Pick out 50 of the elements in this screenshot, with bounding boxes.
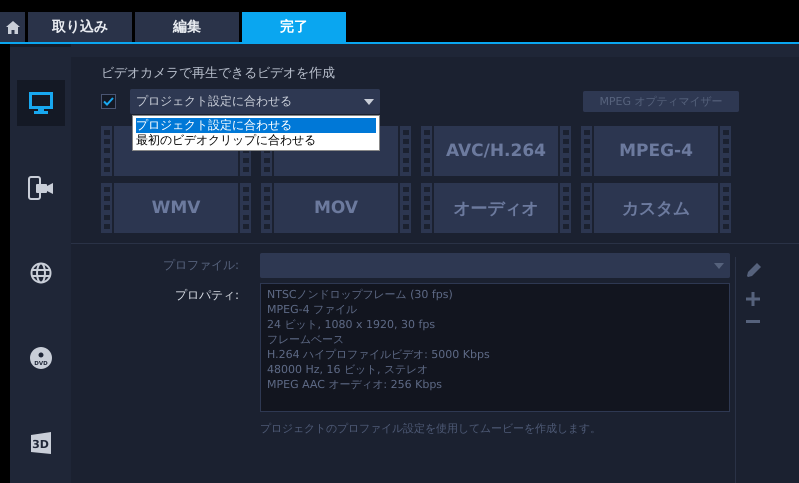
- format-button[interactable]: カスタム: [594, 183, 718, 233]
- property-line: 24 ビット, 1080 x 1920, 30 fps: [267, 317, 436, 332]
- film-perforation-drawing: [560, 183, 571, 233]
- tab[interactable]: 完了: [242, 12, 346, 42]
- home-tab[interactable]: [0, 12, 25, 42]
- film-perforation-drawing: [400, 126, 411, 176]
- property-line: 48000 Hz, 16 ビット, ステレオ: [267, 362, 430, 377]
- home-icon: [6, 20, 20, 34]
- property-line: MPEG-4 ファイル: [267, 302, 358, 317]
- dropdown-arrow-icon: [364, 98, 374, 104]
- property-line: MPEG AAC オーディオ: 256 Kbps: [267, 377, 444, 392]
- film-perforation-drawing: [720, 183, 731, 233]
- format-button[interactable]: AVC/H.264: [434, 126, 558, 176]
- globe-icon: [30, 262, 52, 284]
- film-perforation-drawing: [720, 126, 731, 176]
- film-perforation-drawing: [421, 183, 432, 233]
- film-perforation-drawing: [421, 126, 432, 176]
- film-perforation-drawing: [101, 126, 112, 176]
- checkbox[interactable]: [101, 94, 116, 109]
- phone-camera-icon: [28, 176, 54, 200]
- tab[interactable]: 取り込み: [28, 12, 132, 42]
- format-button[interactable]: オーディオ: [434, 183, 558, 233]
- monitor-icon: [28, 92, 52, 114]
- property-line: H.264 ハイプロファイルビデオ: 5000 Kbps: [267, 347, 491, 362]
- film-perforation-drawing: [261, 183, 272, 233]
- tab[interactable]: 編集: [135, 12, 239, 42]
- sidebar-item[interactable]: 3D: [16, 420, 64, 466]
- dropdown-option[interactable]: 最初のビデオクリップに合わせる: [136, 133, 376, 148]
- 3d-icon: 3D: [30, 432, 52, 454]
- properties-label: プロパティ:: [174, 287, 240, 304]
- property-line: NTSCノンドロップフレーム (30 fps): [267, 287, 454, 302]
- film-perforation-drawing: [581, 183, 592, 233]
- film-perforation-drawing: [101, 183, 112, 233]
- property-line: フレームベース: [267, 332, 345, 347]
- match-dropdown[interactable]: プロジェクト設定に合わせる: [130, 89, 380, 114]
- format-button[interactable]: MOV: [274, 183, 398, 233]
- film-perforation-drawing: [240, 183, 251, 233]
- sidebar-item[interactable]: [16, 80, 64, 126]
- section-heading: ビデオカメラで再生できるビデオを作成: [101, 65, 336, 83]
- profile-label: プロファイル:: [162, 257, 240, 274]
- format-button[interactable]: WMV: [114, 183, 238, 233]
- dropdown-option[interactable]: プロジェクト設定に合わせる: [136, 118, 376, 133]
- dropdown-arrow-icon: [714, 262, 724, 268]
- add-icon[interactable]: [746, 292, 760, 306]
- film-perforation-drawing: [400, 183, 411, 233]
- description-text: プロジェクトのプロファイル設定を使用してムービーを作成します。: [260, 421, 601, 436]
- film-perforation-drawing: [581, 126, 592, 176]
- film-perforation-drawing: [560, 126, 571, 176]
- format-button[interactable]: MPEG-4: [594, 126, 718, 176]
- pencil-icon[interactable]: [746, 262, 762, 278]
